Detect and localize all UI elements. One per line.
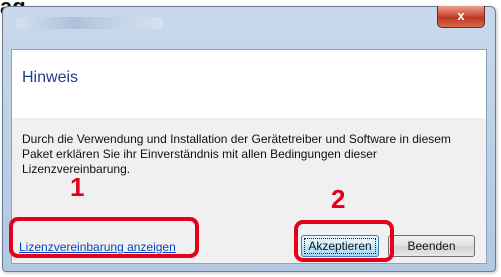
callout-highlight-accept-button — [294, 220, 394, 262]
blurred-window-title — [15, 17, 163, 29]
dialog-heading: Hinweis — [22, 69, 79, 86]
license-notice-text: Durch die Verwendung und Installation de… — [22, 132, 451, 176]
screenshot: ag x Hinweis Durch die Verwendung und In… — [0, 0, 501, 277]
callout-number-2: 2 — [331, 184, 346, 214]
callout-highlight-license-link — [9, 217, 199, 258]
close-button[interactable]: x — [437, 6, 485, 28]
callout-number-1: 1 — [70, 172, 85, 202]
title-bar: x — [3, 6, 495, 47]
heading-panel: Hinweis — [12, 50, 486, 118]
quit-button[interactable]: Beenden — [388, 235, 475, 257]
